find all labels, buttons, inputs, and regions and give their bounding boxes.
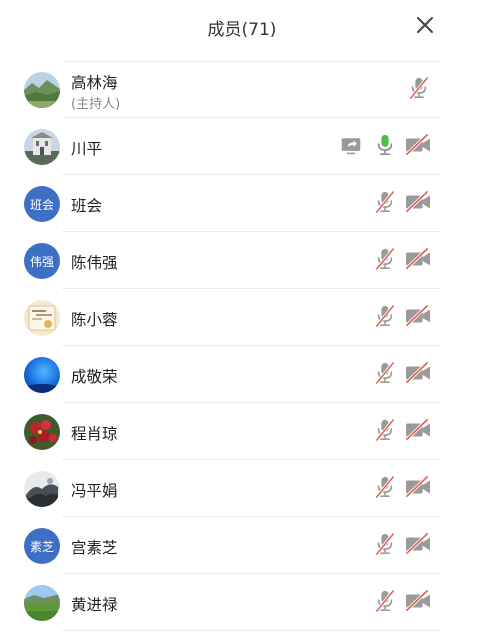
member-name: 冯平娟 xyxy=(71,482,118,500)
avatar xyxy=(24,72,60,108)
mic-muted-icon[interactable] xyxy=(408,76,430,100)
screen-share-icon[interactable] xyxy=(340,133,362,157)
camera-off-icon[interactable] xyxy=(404,532,432,556)
member-name: 陈小蓉 xyxy=(71,311,118,329)
mic-muted-icon[interactable] xyxy=(374,532,396,556)
avatar xyxy=(24,414,60,450)
mic-muted-icon[interactable] xyxy=(374,361,396,385)
mic-muted-icon[interactable] xyxy=(374,247,396,271)
mic-active-icon[interactable] xyxy=(374,133,396,157)
member-name: 宫素芝 xyxy=(71,539,118,557)
member-row[interactable]: 冯平娟 xyxy=(0,460,484,517)
camera-off-icon[interactable] xyxy=(404,247,432,271)
mic-muted-icon[interactable] xyxy=(374,418,396,442)
mic-muted-icon[interactable] xyxy=(374,475,396,499)
member-row[interactable]: 程肖琼 xyxy=(0,403,484,460)
mic-muted-icon[interactable] xyxy=(374,589,396,613)
member-name: 陈伟强 xyxy=(71,254,118,272)
page-title: 成员(71) xyxy=(207,20,277,40)
avatar xyxy=(24,471,60,507)
close-icon[interactable] xyxy=(414,14,436,36)
member-row[interactable]: 黄进禄 xyxy=(0,574,484,631)
member-row[interactable]: 陈小蓉 xyxy=(0,289,484,346)
member-name: 班会 xyxy=(71,197,103,215)
avatar xyxy=(24,129,60,165)
avatar: 伟强 xyxy=(24,243,60,279)
member-list: 高林海 (主持人) 川平 班会 班会 伟强 陈伟强 陈小蓉 成敬荣 程肖琼 冯平… xyxy=(0,61,484,631)
host-label: (主持人) xyxy=(71,97,121,112)
mic-muted-icon[interactable] xyxy=(374,304,396,328)
avatar: 班会 xyxy=(24,186,60,222)
camera-off-icon[interactable] xyxy=(404,190,432,214)
camera-off-icon[interactable] xyxy=(404,304,432,328)
avatar xyxy=(24,357,60,393)
header: 成员(71) xyxy=(0,0,484,52)
camera-off-icon[interactable] xyxy=(404,361,432,385)
member-row[interactable]: 成敬荣 xyxy=(0,346,484,403)
member-row[interactable]: 高林海 (主持人) xyxy=(0,61,484,118)
avatar: 素芝 xyxy=(24,528,60,564)
member-name: 黄进禄 xyxy=(71,596,118,614)
mic-muted-icon[interactable] xyxy=(374,190,396,214)
member-row[interactable]: 素芝 宫素芝 xyxy=(0,517,484,574)
camera-off-icon[interactable] xyxy=(404,418,432,442)
member-name: 程肖琼 xyxy=(71,425,118,443)
avatar xyxy=(24,585,60,621)
member-row[interactable]: 川平 xyxy=(0,118,484,175)
member-row[interactable]: 伟强 陈伟强 xyxy=(0,232,484,289)
member-row[interactable]: 班会 班会 xyxy=(0,175,484,232)
member-name: 川平 xyxy=(71,140,103,158)
camera-off-icon[interactable] xyxy=(404,475,432,499)
camera-off-icon[interactable] xyxy=(404,133,432,157)
member-name: 成敬荣 xyxy=(71,368,118,386)
member-name: 高林海 xyxy=(71,74,118,92)
camera-off-icon[interactable] xyxy=(404,589,432,613)
avatar xyxy=(24,300,60,336)
